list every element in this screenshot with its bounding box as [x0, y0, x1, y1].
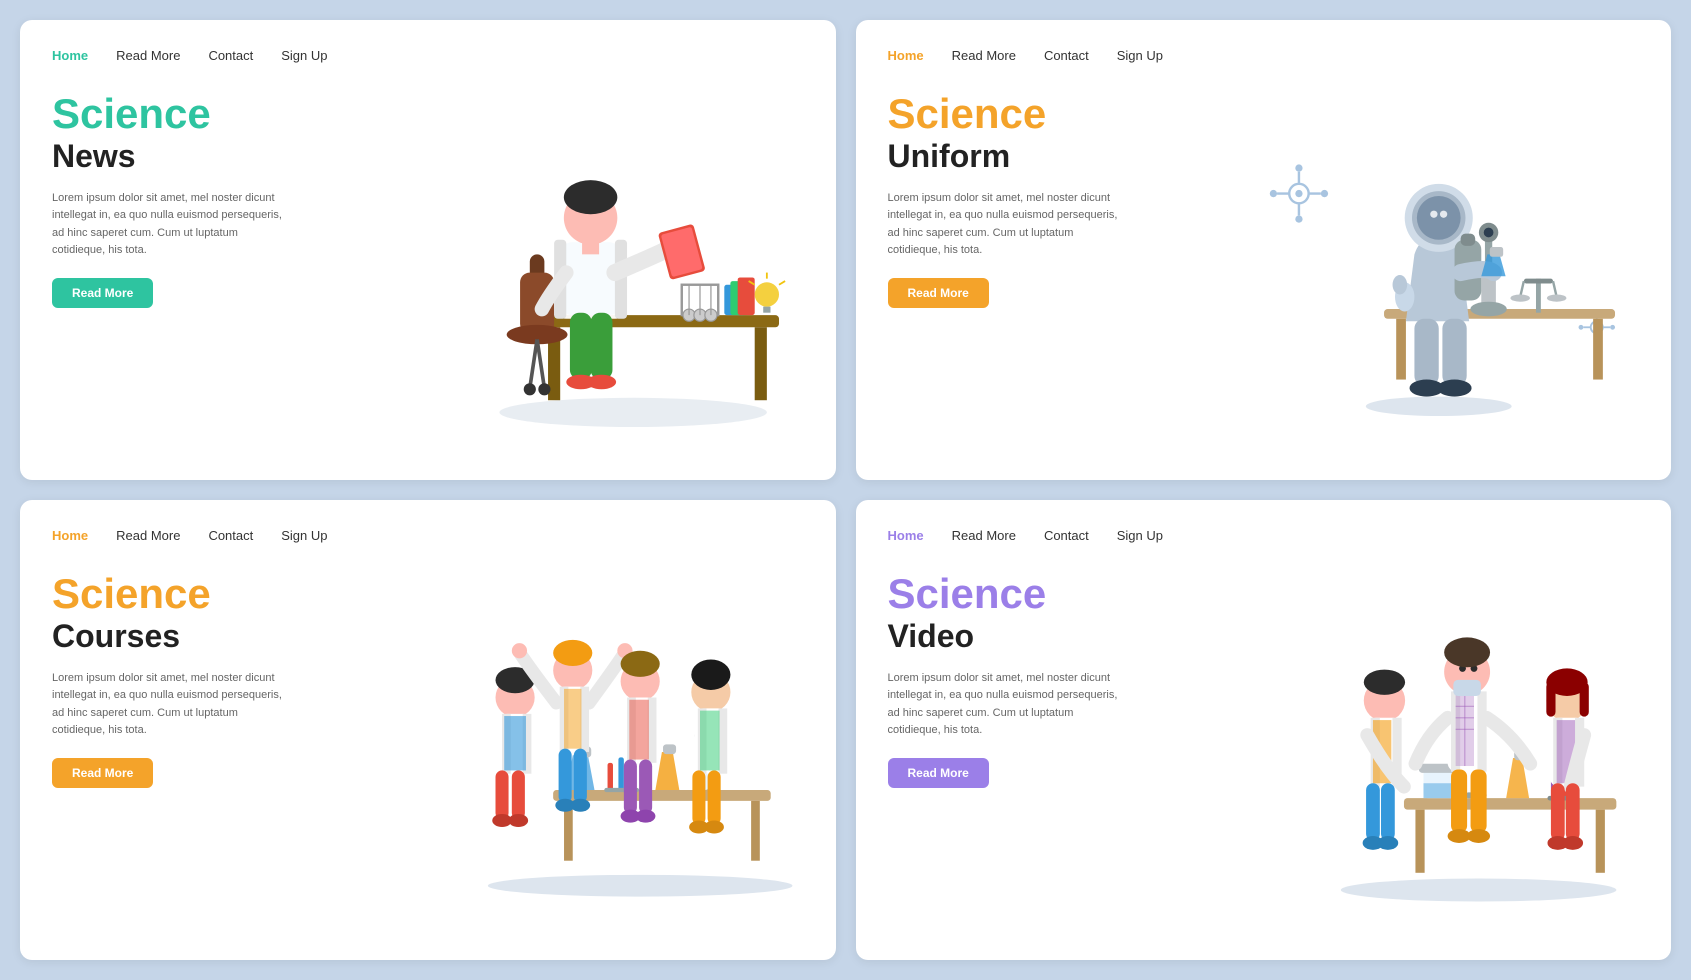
nav-science-courses: Home Read More Contact Sign Up [52, 528, 804, 543]
illustration-video [1226, 561, 1639, 932]
nav-readmore-3[interactable]: Read More [116, 528, 180, 543]
nav-contact-4[interactable]: Contact [1044, 528, 1089, 543]
content-courses: Science Courses Lorem ipsum dolor sit am… [52, 561, 804, 932]
nav-signup-3[interactable]: Sign Up [281, 528, 327, 543]
nav-science-uniform: Home Read More Contact Sign Up [888, 48, 1640, 63]
nav-readmore-1[interactable]: Read More [116, 48, 180, 63]
nav-contact-1[interactable]: Contact [208, 48, 253, 63]
card-science-courses: Home Read More Contact Sign Up Science C… [20, 500, 836, 960]
nav-home-1[interactable]: Home [52, 48, 88, 63]
main-grid: Home Read More Contact Sign Up Science N… [0, 0, 1691, 980]
nav-science-news: Home Read More Contact Sign Up [52, 48, 804, 63]
nav-home-3[interactable]: Home [52, 528, 88, 543]
text-courses: Science Courses Lorem ipsum dolor sit am… [52, 561, 390, 932]
text-uniform: Science Uniform Lorem ipsum dolor sit am… [888, 81, 1226, 452]
card-science-uniform: Home Read More Contact Sign Up Science U… [856, 20, 1672, 480]
nav-readmore-4[interactable]: Read More [952, 528, 1016, 543]
nav-science-video: Home Read More Contact Sign Up [888, 528, 1640, 543]
text-video: Science Video Lorem ipsum dolor sit amet… [888, 561, 1226, 932]
title-science-uniform-plain: Uniform [888, 137, 1226, 175]
nav-readmore-2[interactable]: Read More [952, 48, 1016, 63]
btn-readmore-video[interactable]: Read More [888, 758, 989, 788]
title-science-news-colored: Science [52, 91, 390, 137]
title-science-courses-plain: Courses [52, 617, 390, 655]
desc-news: Lorem ipsum dolor sit amet, mel noster d… [52, 190, 282, 260]
nav-signup-2[interactable]: Sign Up [1117, 48, 1163, 63]
btn-readmore-uniform[interactable]: Read More [888, 278, 989, 308]
nav-home-2[interactable]: Home [888, 48, 924, 63]
content-video: Science Video Lorem ipsum dolor sit amet… [888, 561, 1640, 932]
content-news: Science News Lorem ipsum dolor sit amet,… [52, 81, 804, 452]
desc-courses: Lorem ipsum dolor sit amet, mel noster d… [52, 670, 282, 740]
text-news: Science News Lorem ipsum dolor sit amet,… [52, 81, 390, 452]
title-science-video-colored: Science [888, 571, 1226, 617]
illustration-courses [390, 561, 803, 932]
card-science-video: Home Read More Contact Sign Up Science V… [856, 500, 1672, 960]
btn-readmore-courses[interactable]: Read More [52, 758, 153, 788]
nav-signup-1[interactable]: Sign Up [281, 48, 327, 63]
btn-readmore-news[interactable]: Read More [52, 278, 153, 308]
title-science-video-plain: Video [888, 617, 1226, 655]
nav-contact-3[interactable]: Contact [208, 528, 253, 543]
nav-signup-4[interactable]: Sign Up [1117, 528, 1163, 543]
title-science-news-plain: News [52, 137, 390, 175]
nav-contact-2[interactable]: Contact [1044, 48, 1089, 63]
illustration-uniform [1226, 81, 1639, 452]
content-uniform: Science Uniform Lorem ipsum dolor sit am… [888, 81, 1640, 452]
title-science-uniform-colored: Science [888, 91, 1226, 137]
nav-home-4[interactable]: Home [888, 528, 924, 543]
illustration-news [390, 81, 803, 452]
desc-video: Lorem ipsum dolor sit amet, mel noster d… [888, 670, 1118, 740]
desc-uniform: Lorem ipsum dolor sit amet, mel noster d… [888, 190, 1118, 260]
title-science-courses-colored: Science [52, 571, 390, 617]
card-science-news: Home Read More Contact Sign Up Science N… [20, 20, 836, 480]
